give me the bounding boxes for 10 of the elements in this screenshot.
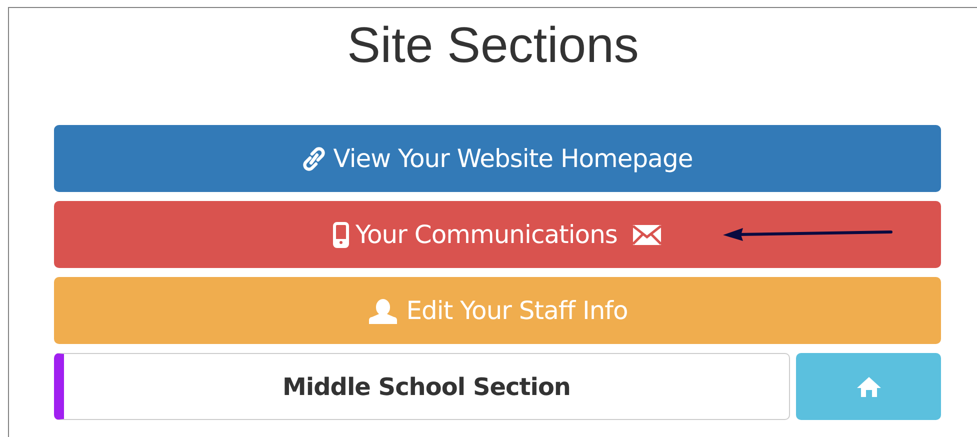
envelope-icon	[632, 224, 662, 246]
home-icon	[856, 376, 882, 398]
person-icon	[367, 296, 400, 324]
section-name: Middle School Section	[282, 372, 571, 402]
section-button[interactable]: View Your Website Homepage	[54, 125, 941, 192]
page-title: Site Sections	[347, 16, 639, 75]
link-icon	[302, 146, 326, 172]
phone-icon	[332, 222, 349, 248]
home-button[interactable]	[796, 353, 941, 420]
section-button[interactable]: Your Communications	[54, 201, 941, 268]
